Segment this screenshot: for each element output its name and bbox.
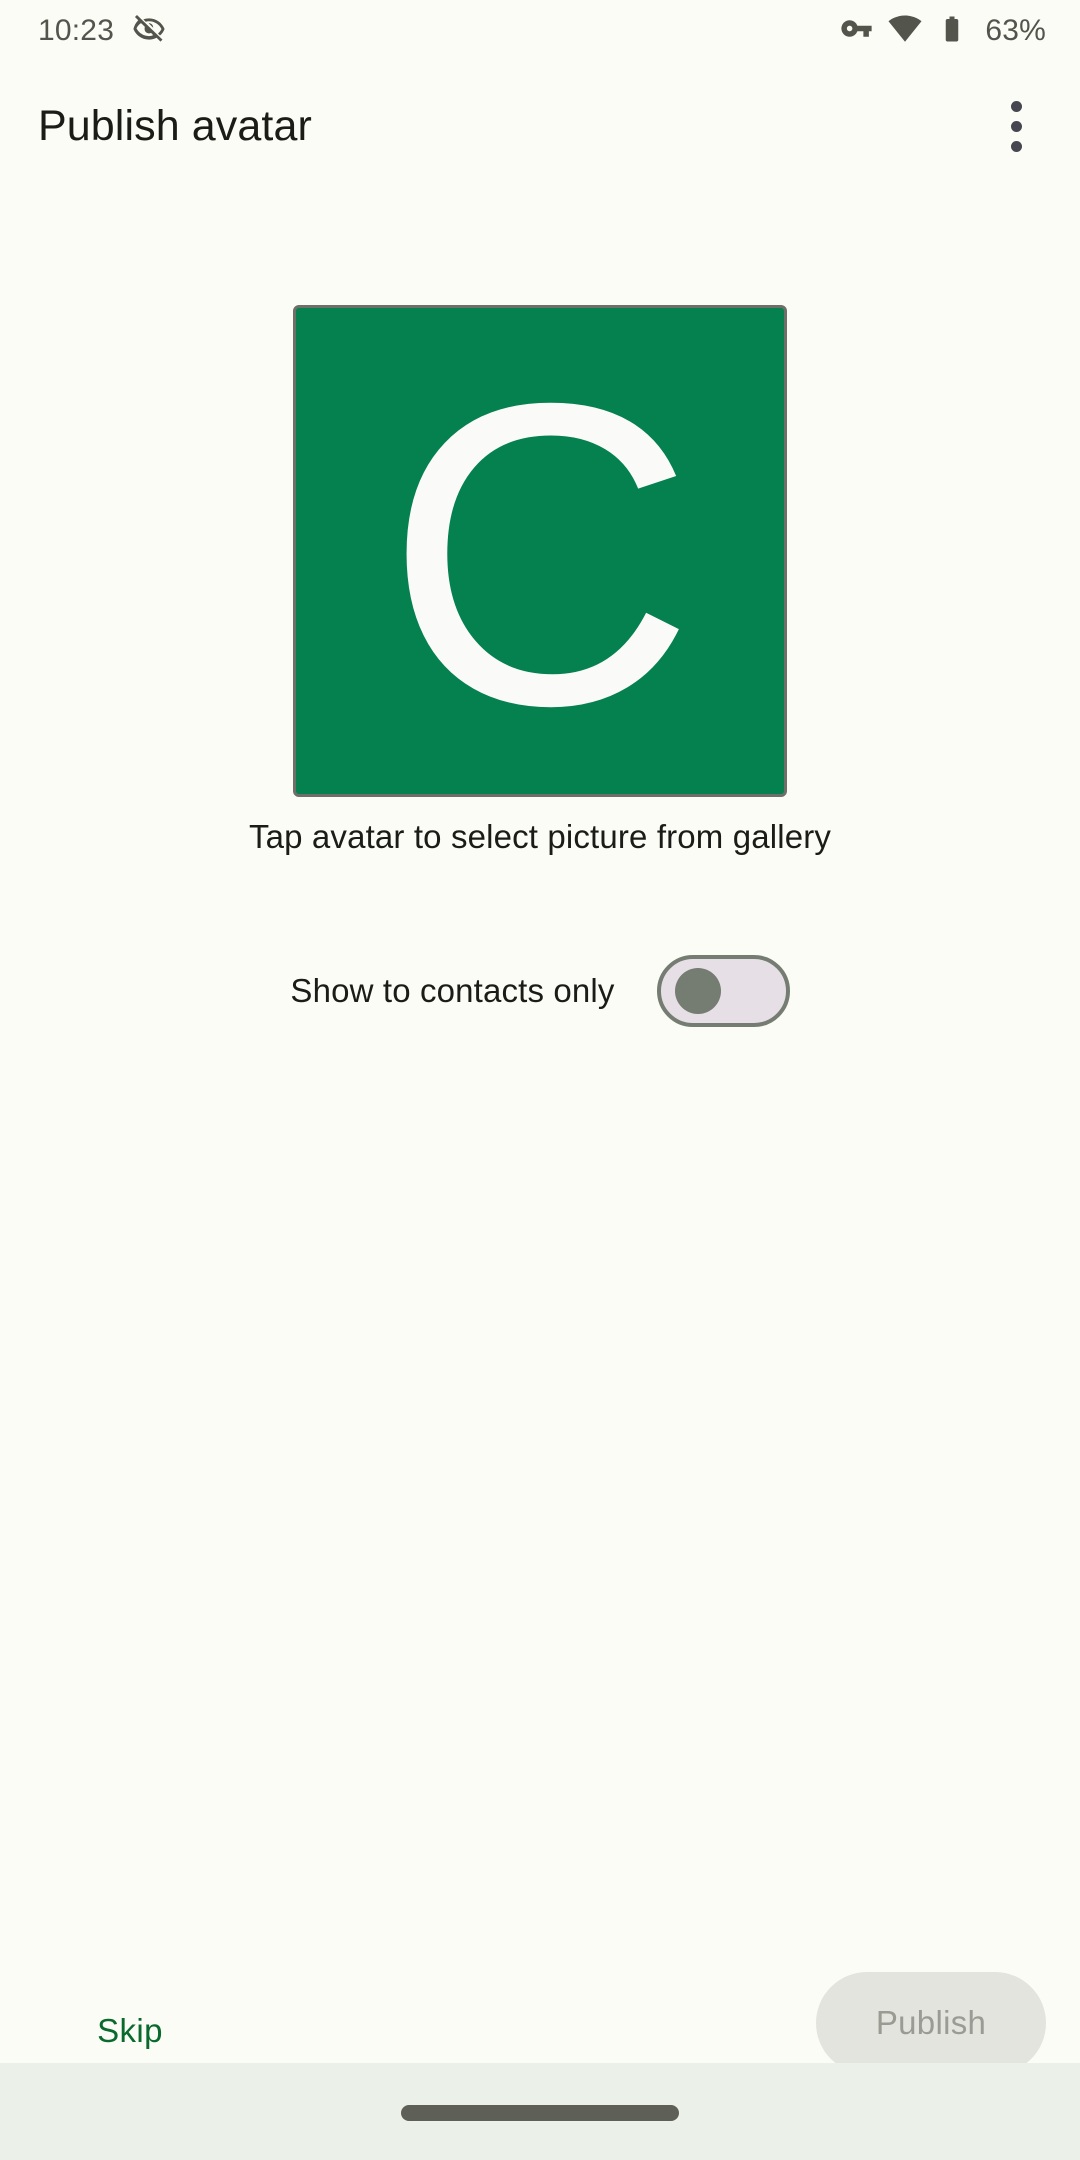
toggle-thumb (674, 968, 721, 1014)
avatar-initial: C (384, 314, 696, 795)
skip-button[interactable]: Skip (70, 1995, 190, 2067)
app-bar: Publish avatar (0, 62, 1080, 190)
dot (1010, 120, 1022, 132)
eye-off-icon (132, 12, 166, 51)
gesture-home-handle[interactable] (401, 2104, 679, 2121)
vpn-key-icon (840, 12, 873, 50)
battery-percent-label: 63% (985, 14, 1046, 47)
avatar-caption: Tap avatar to select picture from galler… (248, 818, 832, 855)
status-bar-left: 10:23 (38, 12, 166, 51)
contacts-only-row: Show to contacts only (0, 955, 1080, 1027)
status-bar-right: 63% (840, 12, 1046, 51)
dot (1010, 100, 1022, 112)
contacts-only-label: Show to contacts only (290, 972, 615, 1009)
dot (1010, 140, 1022, 152)
avatar[interactable]: C (293, 305, 787, 797)
wifi-icon (888, 12, 922, 51)
status-bar-clock: 10:23 (38, 14, 115, 47)
more-options-icon[interactable] (980, 90, 1052, 162)
contacts-only-toggle[interactable] (656, 955, 790, 1027)
status-bar: 10:23 63% (0, 0, 1080, 62)
publish-button[interactable]: Publish (816, 1972, 1046, 2074)
battery-icon (937, 14, 967, 49)
avatar-picker[interactable]: C (293, 305, 787, 797)
system-navigation-bar (0, 2063, 1080, 2160)
page-title: Publish avatar (38, 101, 312, 150)
